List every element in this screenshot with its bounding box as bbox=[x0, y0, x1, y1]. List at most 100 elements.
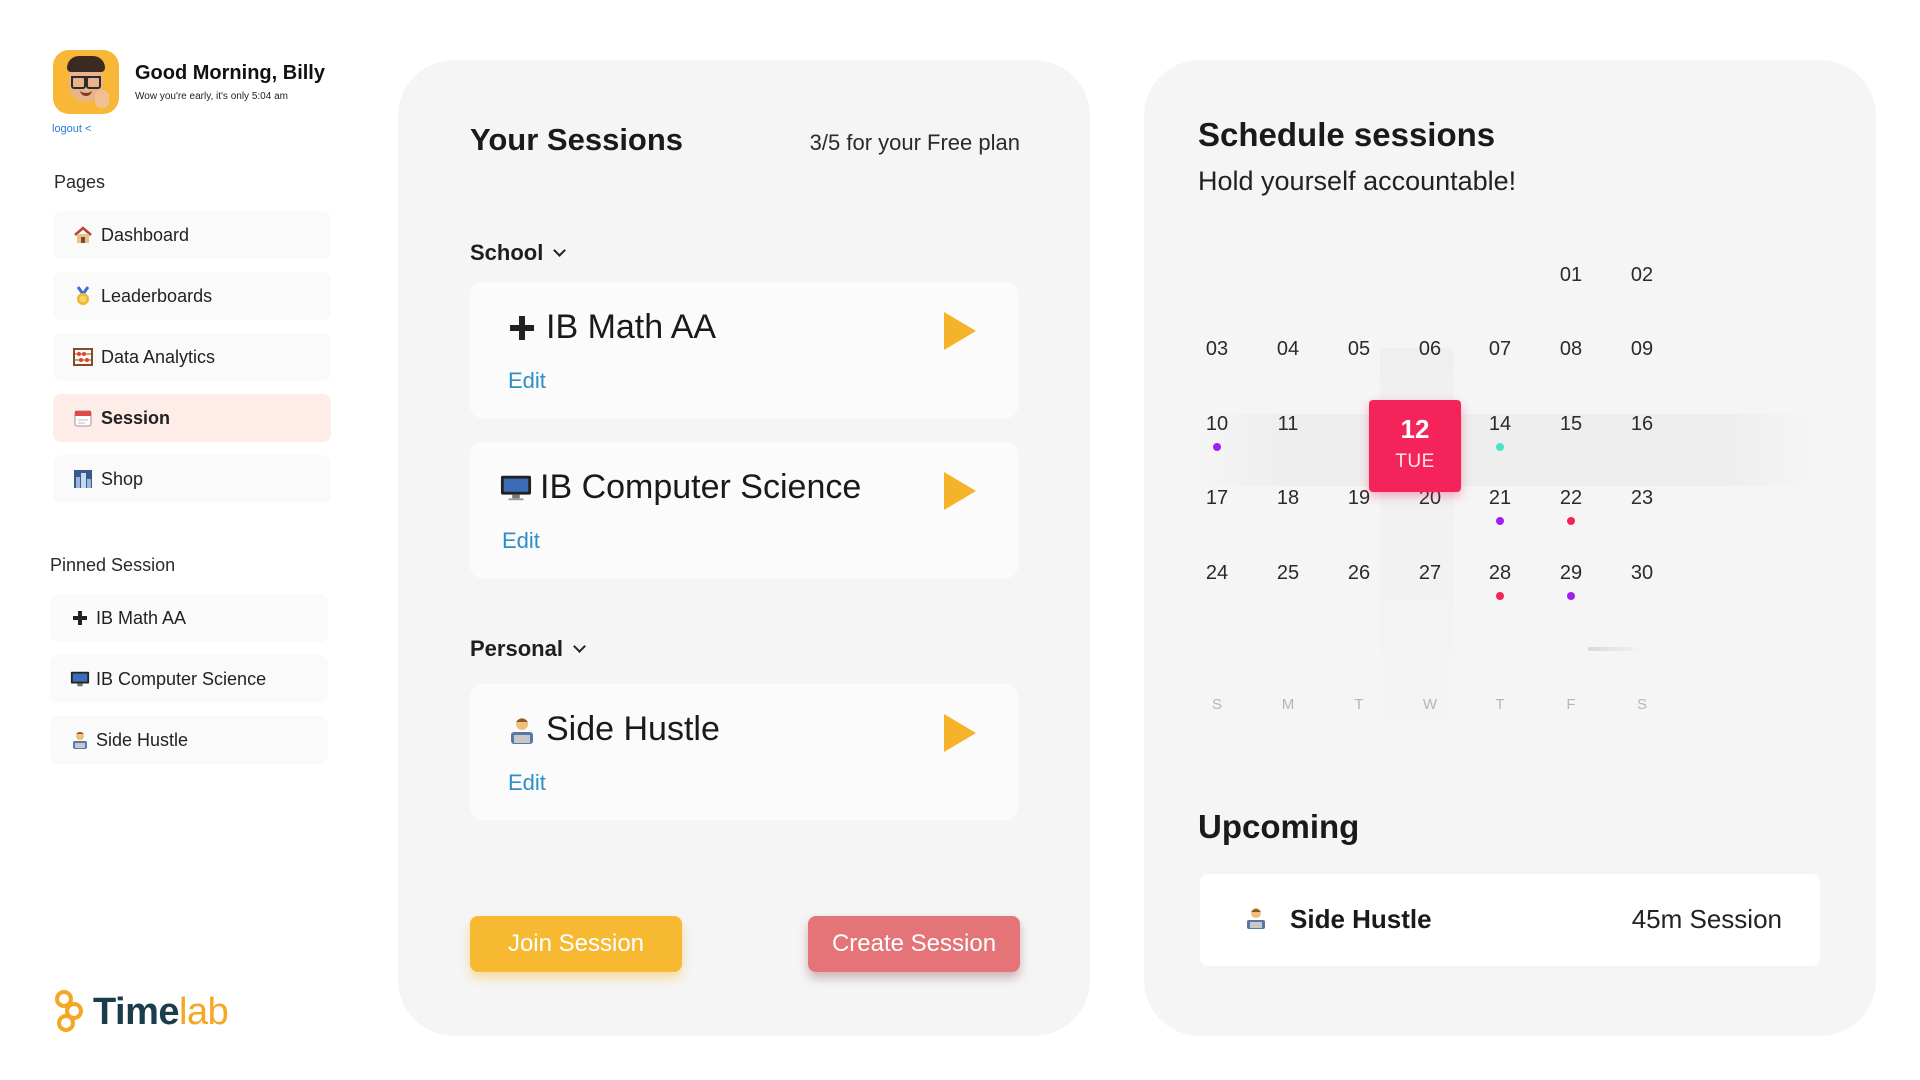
calendar-day[interactable]: 27 bbox=[1400, 562, 1460, 585]
weekday-label: F bbox=[1566, 696, 1576, 713]
chevron-down-icon bbox=[553, 243, 567, 257]
edit-link[interactable]: Edit bbox=[502, 528, 540, 554]
sidebar-item-label: Shop bbox=[101, 468, 144, 489]
group-school-toggle[interactable]: School bbox=[470, 240, 567, 266]
calendar-day[interactable]: 15 bbox=[1541, 413, 1601, 436]
today-day: 12 bbox=[1400, 414, 1430, 444]
chevron-down-icon bbox=[573, 639, 586, 653]
create-session-button[interactable]: Create Session bbox=[808, 916, 1020, 972]
calendar-today[interactable]: 12 TUE bbox=[1369, 400, 1461, 492]
session-card-side-hustle: Side Hustle Edit bbox=[470, 684, 1018, 820]
event-dot bbox=[1496, 592, 1504, 600]
calendar-day[interactable]: 18 bbox=[1258, 487, 1318, 510]
sidebar-item-dashboard[interactable]: Dashboard bbox=[53, 211, 331, 259]
calendar-day[interactable]: 06 bbox=[1400, 338, 1460, 361]
calendar-day[interactable]: 22 bbox=[1541, 487, 1601, 510]
session-name: Side Hustle bbox=[546, 710, 720, 748]
calendar-day[interactable]: 25 bbox=[1258, 562, 1318, 585]
event-dot bbox=[1567, 517, 1575, 525]
pinned-item-label: Side Hustle bbox=[96, 729, 189, 750]
session-name: IB Math AA bbox=[546, 308, 717, 346]
weekday-label: M bbox=[1281, 696, 1295, 713]
sessions-panel: Your Sessions 3/5 for your Free plan Sch… bbox=[398, 60, 1090, 1036]
calendar-day[interactable]: 04 bbox=[1258, 338, 1318, 361]
schedule-subtitle: Hold yourself accountable! bbox=[1198, 166, 1517, 196]
calendar-day[interactable]: 30 bbox=[1612, 562, 1672, 585]
sidebar-item-session[interactable]: Session bbox=[53, 394, 331, 442]
play-icon[interactable] bbox=[944, 714, 976, 752]
sessions-title: Your Sessions bbox=[470, 122, 684, 157]
timelab-logo-mark bbox=[55, 990, 87, 1034]
pinned-item-ib-math-aa[interactable]: IB Math AA bbox=[50, 594, 328, 642]
upcoming-session-side-hustle[interactable]: Side Hustle 45m Session bbox=[1200, 874, 1820, 966]
group-personal-toggle[interactable]: Personal bbox=[470, 636, 586, 662]
edit-link[interactable]: Edit bbox=[508, 770, 546, 796]
technologist-icon bbox=[70, 730, 90, 750]
pinned-item-side-hustle[interactable]: Side Hustle bbox=[50, 716, 328, 764]
session-card-ib-math-aa: IB Math AA Edit bbox=[470, 282, 1018, 418]
upcoming-title: Upcoming bbox=[1198, 808, 1360, 845]
pages-heading: Pages bbox=[54, 172, 106, 192]
session-card-ib-computer-science: IB Computer Science Edit bbox=[470, 442, 1018, 578]
group-label: School bbox=[470, 240, 544, 265]
calendar-day[interactable]: 05 bbox=[1329, 338, 1389, 361]
play-icon[interactable] bbox=[944, 312, 976, 350]
plus-icon bbox=[506, 312, 538, 344]
event-dot bbox=[1496, 517, 1504, 525]
play-icon[interactable] bbox=[944, 472, 976, 510]
calendar-day[interactable]: 28 bbox=[1470, 562, 1530, 585]
weekday-label: S bbox=[1636, 696, 1647, 713]
plan-usage: 3/5 for your Free plan bbox=[809, 130, 1020, 155]
weekday-label: T bbox=[1495, 696, 1505, 713]
logout-link[interactable]: logout < bbox=[52, 123, 91, 135]
calendar-day[interactable]: 10 bbox=[1187, 413, 1247, 436]
event-dot bbox=[1567, 592, 1575, 600]
session-name: IB Computer Science bbox=[540, 468, 862, 506]
event-dot bbox=[1496, 443, 1504, 451]
event-dot bbox=[1213, 443, 1221, 451]
greeting-title: Good Morning, Billy bbox=[135, 62, 325, 84]
calendar-day[interactable]: 07 bbox=[1470, 338, 1530, 361]
upcoming-session-duration: 45m Session bbox=[1631, 904, 1782, 934]
calendar-day[interactable]: 09 bbox=[1612, 338, 1672, 361]
calendar-day[interactable]: 29 bbox=[1541, 562, 1601, 585]
weekday-label: W bbox=[1422, 696, 1438, 713]
upcoming-session-name: Side Hustle bbox=[1290, 904, 1432, 934]
schedule-title: Schedule sessions bbox=[1198, 116, 1496, 153]
timelab-logo: Timelab bbox=[55, 990, 229, 1034]
pinned-heading: Pinned Session bbox=[50, 555, 176, 575]
calendar-day[interactable]: 23 bbox=[1612, 487, 1672, 510]
group-label: Personal bbox=[470, 636, 563, 661]
join-session-button[interactable]: Join Session bbox=[470, 916, 682, 972]
calendar-day[interactable]: 14 bbox=[1470, 413, 1530, 436]
calendar-day[interactable]: 08 bbox=[1541, 338, 1601, 361]
edit-link[interactable]: Edit bbox=[508, 368, 546, 394]
today-weekday: TUE bbox=[1395, 451, 1435, 472]
calendar-day[interactable]: 01 bbox=[1541, 264, 1601, 287]
sidebar-item-leaderboards[interactable]: Leaderboards bbox=[53, 272, 331, 320]
event-trail bbox=[1588, 647, 1642, 651]
abacus-icon bbox=[73, 347, 93, 367]
sidebar-item-shop[interactable]: Shop bbox=[53, 455, 331, 503]
sidebar-item-label: Data Analytics bbox=[101, 346, 216, 367]
calendar-day[interactable]: 26 bbox=[1329, 562, 1389, 585]
weekday-label: S bbox=[1211, 696, 1222, 713]
pinned-item-ib-computer-science[interactable]: IB Computer Science bbox=[50, 655, 328, 703]
profile-header: Good Morning, Billy Wow you're early, it… bbox=[53, 50, 325, 114]
calendar-day[interactable]: 17 bbox=[1187, 487, 1247, 510]
sidebar-item-label: Session bbox=[101, 407, 171, 428]
weekday-label: T bbox=[1354, 696, 1364, 713]
technologist-icon bbox=[1244, 906, 1268, 930]
calendar-day[interactable]: 03 bbox=[1187, 338, 1247, 361]
monitor-icon bbox=[500, 472, 532, 504]
calendar-day[interactable]: 24 bbox=[1187, 562, 1247, 585]
avatar[interactable] bbox=[53, 50, 119, 114]
sidebar-item-data-analytics[interactable]: Data Analytics bbox=[53, 333, 331, 381]
sidebar-item-label: Dashboard bbox=[101, 224, 190, 245]
calendar-icon bbox=[73, 408, 93, 428]
calendar-day[interactable]: 11 bbox=[1258, 413, 1318, 436]
calendar-day[interactable]: 02 bbox=[1612, 264, 1672, 287]
calendar-day[interactable]: 16 bbox=[1612, 413, 1672, 436]
calendar-day[interactable]: 21 bbox=[1470, 487, 1530, 510]
house-icon bbox=[73, 225, 93, 245]
